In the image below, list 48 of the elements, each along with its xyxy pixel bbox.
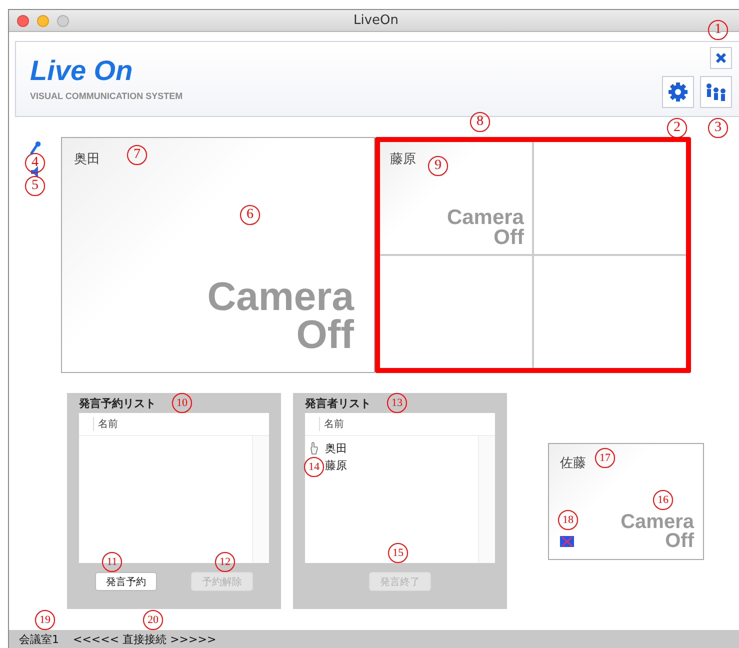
panel-title: 発言予約リスト [79,396,156,412]
callout-number: 17 [595,448,615,468]
callout-number: 15 [388,543,408,563]
connection-status: <<<<< 直接接続 >>>>> [73,632,216,646]
close-icon [715,52,727,64]
callout-number: 2 [667,118,687,138]
speaker-name[interactable]: 奥田 [325,441,347,456]
participant-name: 奥田 [74,151,100,168]
callout-number: 6 [240,205,260,225]
column-header: 名前 [319,417,344,431]
camera-off-label: Camera Off [446,208,524,248]
action-button[interactable]: 発言予約 [95,572,157,591]
callout-number: 13 [387,393,407,413]
microphone-icon[interactable] [29,141,41,155]
callout-number: 18 [558,510,578,530]
callout-number: 14 [304,457,324,477]
logo: Live On [30,57,134,85]
callout-number: 5 [25,176,45,196]
callout-number: 11 [102,552,122,572]
callout-number: 3 [708,118,728,138]
window-title: LiveOn [353,13,399,28]
callout-number: 8 [470,112,490,132]
panel-title: 発言者リスト [305,396,371,412]
callout-number: 19 [35,610,55,630]
speaker-icon[interactable] [31,165,39,179]
settings-button[interactable] [662,76,694,108]
participants-button[interactable] [700,76,732,108]
camera-off-label: Camera Off [207,278,354,354]
callout-number: 12 [215,552,235,572]
speaker-name[interactable]: 藤原 [325,458,347,473]
callout-number: 1 [708,20,728,40]
callout-number: 4 [25,153,45,173]
camera-off-label: Camera Off [620,513,694,551]
close-button[interactable] [710,47,732,69]
scrollbar[interactable] [252,436,269,563]
column-header: 名前 [93,417,118,431]
callout-number: 16 [653,490,673,510]
participant-name: 藤原 [390,151,416,168]
tagline: VISUAL COMMUNICATION SYSTEM [30,91,183,101]
scrollbar[interactable] [478,436,495,563]
callout-number: 9 [428,156,448,176]
settings-icon [668,82,688,102]
callout-number: 20 [143,610,163,630]
callout-number: 10 [172,393,192,413]
people-icon [705,83,727,101]
room-name: 会議室1 [19,632,59,646]
callout-number: 7 [127,145,147,165]
participant-name: 佐藤 [560,455,586,472]
